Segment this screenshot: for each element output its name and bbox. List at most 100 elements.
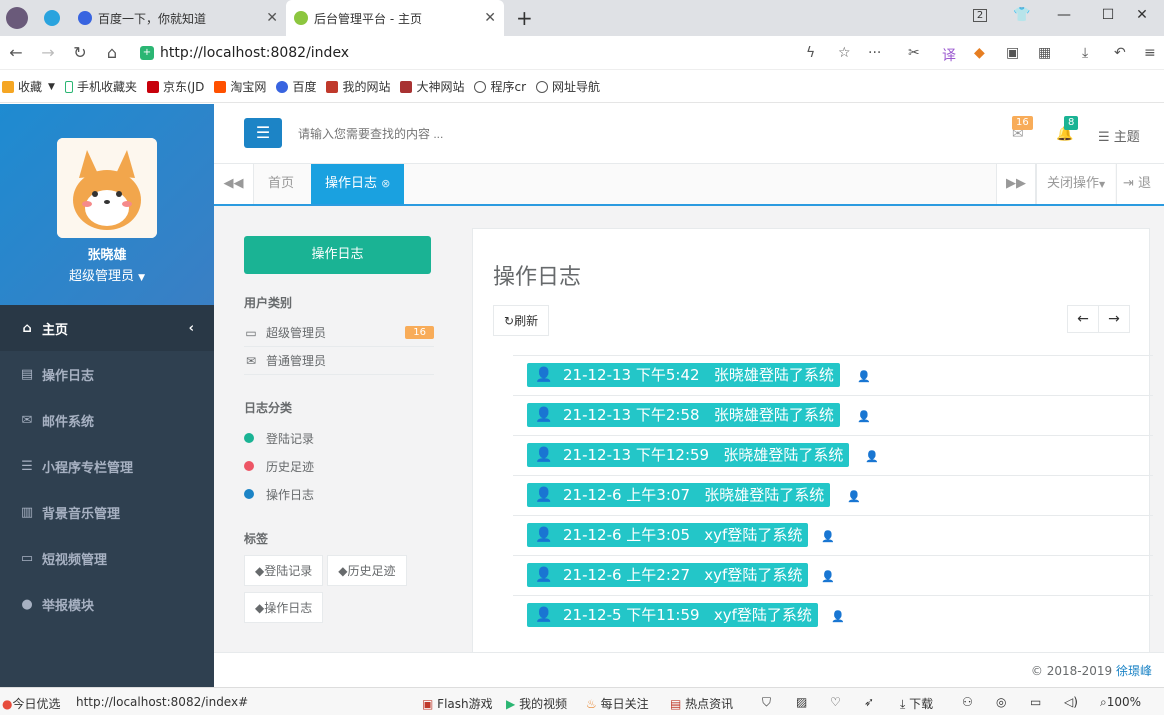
close-tab-icon[interactable]: ✕: [266, 10, 278, 26]
tab-title: 百度一下，你就知道: [98, 11, 207, 26]
tab-scroll-right-button[interactable]: ▶▶: [996, 164, 1036, 204]
close-tab-icon[interactable]: ⊗: [381, 177, 390, 190]
log-entry[interactable]: 👤 21-12-6 上午3:07 张晓雄登陆了系统: [527, 483, 831, 507]
log-entry[interactable]: 👤 21-12-6 上午2:27 xyf登陆了系统: [527, 563, 809, 587]
hot-news[interactable]: ▤ 热点资讯: [670, 695, 733, 712]
shirt-icon[interactable]: 👕: [1000, 0, 1044, 30]
bookmark-baidu[interactable]: 百度: [276, 78, 316, 95]
user-role-dropdown[interactable]: 超级管理员 ▼: [0, 265, 214, 284]
browser-tab-admin[interactable]: 后台管理平台 - 主页 ✕: [286, 0, 504, 36]
browser-status-bar: ●今日优选 http://localhost:8082/index# ▣ Fla…: [0, 687, 1164, 715]
close-ops-dropdown[interactable]: 关闭操作▼: [1036, 164, 1116, 204]
log-category-history[interactable]: 历史足迹: [244, 452, 434, 480]
today-picks[interactable]: ●今日优选: [2, 695, 61, 712]
shield-status-icon[interactable]: ⛉: [762, 695, 771, 710]
author-link[interactable]: 徐璟峰: [1116, 664, 1152, 678]
more-icon[interactable]: ···: [868, 45, 881, 61]
sidebar-item-report[interactable]: ● 举报模块: [0, 581, 214, 627]
forward-icon[interactable]: →: [32, 43, 64, 62]
sidebar-item-mail[interactable]: ✉ 邮件系统: [0, 397, 214, 443]
window-icon[interactable]: ▭: [1030, 695, 1041, 709]
log-entry[interactable]: 👤 21-12-13 下午12:59 张晓雄登陆了系统: [527, 443, 850, 467]
tab-operation-log[interactable]: 操作日志 ⊗: [311, 164, 405, 204]
apps-icon[interactable]: ▦: [1038, 45, 1051, 61]
download-icon[interactable]: ⤓: [1082, 45, 1088, 61]
sidebar-item-music[interactable]: ▥ 背景音乐管理: [0, 489, 214, 535]
log-entry[interactable]: 👤 21-12-13 下午2:58 张晓雄登陆了系统: [527, 403, 840, 427]
log-row: 👤 21-12-6 上午2:27 xyf登陆了系统 👤: [513, 555, 1153, 595]
game-icon[interactable]: ◆: [974, 45, 985, 61]
bookmark-my-site[interactable]: 我的网站: [326, 78, 390, 95]
bookmark-program[interactable]: 程序cr: [474, 78, 526, 95]
rocket-icon[interactable]: ➶: [864, 695, 874, 709]
menu-toggle-button[interactable]: ☰: [244, 118, 282, 148]
volume-icon[interactable]: ◁): [1064, 695, 1078, 709]
bookmark-favorites[interactable]: 收藏 ▼: [2, 78, 55, 95]
log-category-login[interactable]: 登陆记录: [244, 424, 434, 452]
translate-icon[interactable]: 译: [942, 45, 956, 65]
log-entry[interactable]: 👤 21-12-13 下午5:42 张晓雄登陆了系统: [527, 363, 840, 387]
tab-count-icon[interactable]: 2: [958, 0, 1002, 30]
daily-focus[interactable]: ♨ 每日关注: [586, 695, 649, 712]
log-text: 21-12-6 上午2:27 xyf登陆了系统: [563, 566, 803, 584]
envelope-icon: ✉: [245, 353, 257, 368]
logout-icon: ⇥: [1123, 176, 1134, 191]
telegram-icon[interactable]: [44, 10, 60, 26]
theme-button[interactable]: ☰ 主题: [1098, 126, 1140, 145]
profile-avatar[interactable]: [6, 7, 28, 29]
reload-icon[interactable]: ↻: [64, 43, 96, 62]
sidebar-item-video[interactable]: ▭ 短视频管理: [0, 535, 214, 581]
tab-home[interactable]: 首页: [254, 164, 308, 204]
log-filter-panel: 操作日志 用户类别 ▭ 超级管理员 16 ✉ 普通管理员 日志分类 登陆记录 历…: [244, 236, 434, 629]
star-icon[interactable]: ☆: [838, 45, 851, 61]
next-page-button[interactable]: →: [1098, 305, 1130, 333]
bookmark-jd[interactable]: 京东(JD: [146, 78, 204, 95]
image-icon[interactable]: ▨: [796, 695, 807, 709]
search-input[interactable]: [298, 122, 598, 146]
new-tab-button[interactable]: +: [516, 6, 533, 30]
avatar[interactable]: [57, 138, 157, 238]
download-status[interactable]: ⤓ 下载: [900, 695, 933, 712]
log-entry[interactable]: 👤 21-12-6 上午3:05 xyf登陆了系统: [527, 523, 809, 547]
url-field[interactable]: + http://localhost:8082/index: [132, 40, 892, 66]
menu-icon[interactable]: ≡: [1144, 45, 1156, 61]
tag-history[interactable]: ◆历史足迹: [327, 555, 407, 586]
browser-tab-baidu[interactable]: 百度一下，你就知道 ✕: [70, 0, 286, 36]
bookmark-dashen[interactable]: 大神网站: [400, 78, 464, 95]
log-category-operation[interactable]: 操作日志: [244, 480, 434, 508]
bookmark-mobile[interactable]: 手机收藏夹: [64, 78, 137, 95]
back-icon[interactable]: ←: [0, 43, 32, 62]
user-type-super-admin[interactable]: ▭ 超级管理员 16: [244, 319, 434, 347]
monitor-icon: ▭: [20, 550, 34, 566]
sidebar-item-miniprogram[interactable]: ☰ 小程序专栏管理: [0, 443, 214, 489]
tag-operation[interactable]: ◆操作日志: [244, 592, 324, 623]
operation-log-button[interactable]: 操作日志: [244, 236, 431, 274]
sidebar-item-operation-log[interactable]: ▤ 操作日志: [0, 351, 214, 397]
tab-scroll-left-button[interactable]: ◀◀: [214, 164, 254, 204]
my-videos[interactable]: ▶ 我的视频: [506, 695, 567, 712]
lightning-icon[interactable]: ϟ: [806, 45, 815, 61]
user-type-normal-admin[interactable]: ✉ 普通管理员: [244, 347, 434, 375]
tag-login[interactable]: ◆登陆记录: [244, 555, 324, 586]
logout-button[interactable]: ⇥ 退出: [1116, 164, 1164, 231]
bookmark-label: 程序cr: [490, 80, 527, 94]
bookmark-nav[interactable]: 网址导航: [536, 78, 600, 95]
heart-icon: ●: [2, 697, 13, 711]
bookmark-taobao[interactable]: 淘宝网: [214, 78, 266, 95]
prev-page-button[interactable]: ←: [1067, 305, 1099, 333]
flash-games[interactable]: ▣ Flash游戏: [422, 695, 493, 712]
close-window-icon[interactable]: ✕: [1120, 0, 1164, 30]
zoom-control[interactable]: ⌕100%: [1100, 695, 1141, 710]
refresh-button[interactable]: ↻刷新: [493, 305, 550, 336]
undo-icon[interactable]: ↶: [1114, 45, 1126, 61]
heartbeat-icon[interactable]: ♡: [830, 695, 841, 709]
close-tab-icon[interactable]: ✕: [484, 10, 496, 26]
sidebar-item-home[interactable]: ⌂ 主页 ‹: [0, 305, 214, 351]
home-browser-icon[interactable]: ⌂: [96, 43, 128, 62]
reader-icon[interactable]: ▣: [1006, 45, 1019, 61]
sync-icon[interactable]: ⚇: [962, 695, 973, 709]
scissors-icon[interactable]: ✂: [908, 45, 920, 61]
browser-icon[interactable]: ◎: [996, 695, 1006, 709]
minimize-icon[interactable]: —: [1042, 0, 1086, 30]
log-entry[interactable]: 👤 21-12-5 下午11:59 xyf登陆了系统: [527, 603, 818, 627]
